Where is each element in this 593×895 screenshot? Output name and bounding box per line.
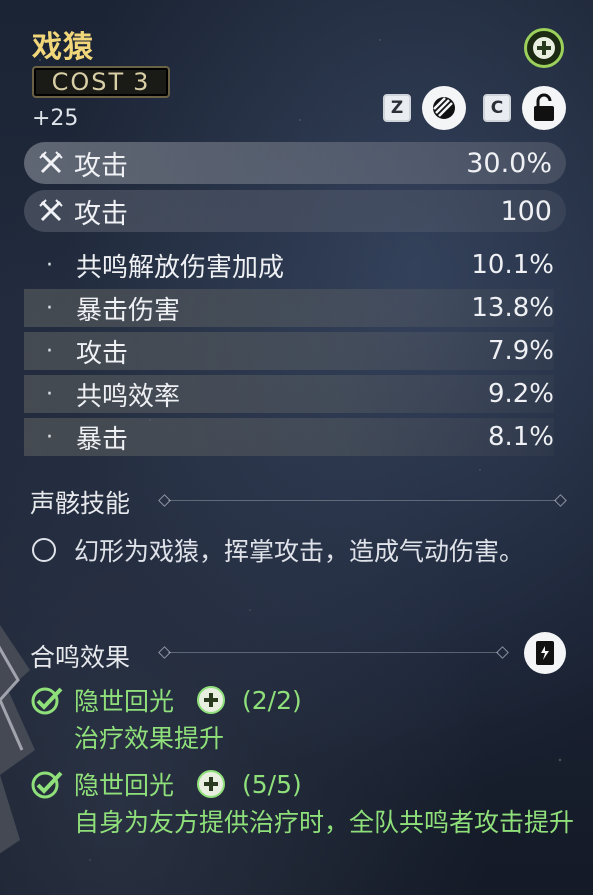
sonata-heading: 合鸣效果 bbox=[30, 643, 131, 672]
discard-button[interactable] bbox=[422, 86, 466, 130]
sonata-effect: 隐世回光 (2/2) 治疗效果提升 bbox=[30, 682, 574, 760]
skill-description: 幻形为戏猿，挥掌攻击，造成气动伤害。 bbox=[74, 537, 525, 566]
stat-value: 10.1% bbox=[471, 250, 554, 280]
main-stat-row: 攻击 100 bbox=[24, 190, 566, 232]
stat-value: 9.2% bbox=[487, 379, 554, 409]
bullet: · bbox=[46, 424, 53, 450]
sonata-name: 隐世回光 bbox=[74, 771, 175, 800]
hotkey-z: Z bbox=[383, 94, 411, 122]
stat-label: 攻击 bbox=[74, 150, 128, 182]
sonata-info-button[interactable] bbox=[524, 632, 566, 674]
bullet: · bbox=[46, 381, 53, 407]
sub-stat-row: · 暴击伤害 13.8% bbox=[24, 289, 554, 327]
plus-badge-icon bbox=[197, 770, 226, 798]
plus-badge-icon bbox=[197, 686, 226, 714]
bullet: · bbox=[46, 338, 53, 364]
hotkey-c: C bbox=[483, 94, 511, 122]
bullet: · bbox=[46, 252, 53, 278]
main-stat-row: 攻击 30.0% bbox=[24, 142, 566, 184]
stat-label: 攻击 bbox=[76, 338, 129, 369]
check-circle-icon bbox=[31, 687, 63, 715]
divider-line bbox=[168, 652, 498, 653]
echo-name: 戏猿 bbox=[32, 30, 94, 65]
sonata-progress: (2/2) bbox=[242, 685, 302, 715]
plus-badge-icon bbox=[533, 37, 555, 59]
sonata-description: 治疗效果提升 bbox=[74, 724, 225, 753]
sword-cross-icon bbox=[39, 199, 63, 222]
sonata-progress: (5/5) bbox=[242, 769, 302, 799]
stat-label: 共鸣效率 bbox=[76, 381, 181, 412]
stat-label: 共鸣解放伤害加成 bbox=[76, 252, 285, 283]
sword-cross-icon bbox=[39, 151, 63, 174]
divider-diamond bbox=[554, 494, 567, 507]
echo-level: +25 bbox=[32, 106, 79, 131]
cost-value: 3 bbox=[133, 68, 151, 96]
stat-value: 13.8% bbox=[471, 293, 554, 323]
sonata-effect: 隐世回光 (5/5) 自身为友方提供治疗时，全队共鸣者攻击提升 bbox=[30, 766, 574, 844]
cost-label: COST bbox=[51, 68, 126, 96]
divider-diamond bbox=[496, 646, 509, 659]
stat-value: 100 bbox=[500, 195, 552, 227]
skill-heading: 声骸技能 bbox=[30, 489, 131, 518]
unlock-icon bbox=[534, 93, 554, 121]
stat-value: 7.9% bbox=[487, 336, 554, 366]
sub-stat-row: · 共鸣解放伤害加成 10.1% bbox=[24, 246, 554, 284]
divider-line bbox=[168, 500, 556, 501]
sonata-description: 自身为友方提供治疗时，全队共鸣者攻击提升 bbox=[74, 808, 575, 837]
add-to-set-button[interactable] bbox=[524, 28, 564, 68]
cost-badge: COST 3 bbox=[32, 66, 170, 98]
stat-label: 暴击伤害 bbox=[76, 295, 181, 326]
skill-bullet-icon bbox=[32, 538, 56, 562]
bullet: · bbox=[46, 295, 53, 321]
stat-value: 30.0% bbox=[466, 147, 552, 179]
stat-label: 攻击 bbox=[74, 198, 128, 230]
discard-icon bbox=[433, 97, 455, 119]
sub-stat-row: · 共鸣效率 9.2% bbox=[24, 375, 554, 413]
stat-label: 暴击 bbox=[76, 424, 129, 455]
lock-button[interactable] bbox=[522, 86, 566, 130]
check-circle-icon bbox=[31, 771, 63, 799]
sonata-name: 隐世回光 bbox=[74, 687, 175, 716]
card-icon bbox=[536, 641, 554, 665]
sub-stat-row: · 暴击 8.1% bbox=[24, 418, 554, 456]
stat-value: 8.1% bbox=[487, 422, 554, 452]
sub-stat-row: · 攻击 7.9% bbox=[24, 332, 554, 370]
